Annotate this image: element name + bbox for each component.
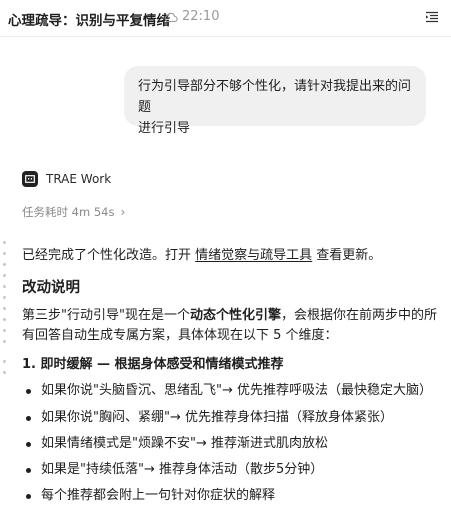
sidebar-toggle-button[interactable] [424, 9, 440, 25]
bullet-dot [26, 467, 31, 473]
list-item: 如果你说"头脑昏沉、思绪乱飞"→ 优先推荐呼吸法（最快稳定大脑） [22, 381, 432, 401]
changes-paragraph: 第三步"行动引导"现在是一个动态个性化引擎，会根据你在前两步中的所有回答自动生成… [22, 306, 442, 346]
gutter-dot [3, 318, 6, 321]
agent-header: TRAE Work [22, 171, 111, 187]
task-duration-label: 任务耗时 4m 54s [22, 205, 115, 219]
section-title: 1. 即时缓解 — 根据身体感受和情绪模式推荐 [22, 357, 284, 372]
intro-text: 已经完成了个性化改造。打开 [22, 248, 196, 263]
agent-name: TRAE Work [46, 172, 112, 186]
gutter-dot [3, 296, 6, 299]
list-item-text: 每个推荐都会附上一句针对你症状的解释 [41, 488, 276, 503]
chat-header: 心理疏导：识别与平复情绪 22:10 [0, 0, 451, 37]
changes-heading: 改动说明 [22, 280, 80, 296]
gutter-dot [3, 252, 6, 255]
gutter-dot [3, 241, 6, 244]
sidebar-toggle-icon [426, 11, 438, 23]
gutter-dot [3, 340, 6, 343]
user-message-bubble: 行为引导部分不够个性化，请针对我提出来的问题 进行引导 [124, 66, 426, 136]
list-item-text: 如果是"持续低落"→ 推荐身体活动（散步5分钟） [41, 462, 324, 477]
list-item-text: 如果你说"胸闷、紧绷"→ 优先推荐身体扫描（释放身体紧张） [41, 410, 393, 425]
gutter-dot [3, 329, 6, 332]
user-message-line: 进行引导 [138, 121, 191, 136]
bullet-dot [26, 493, 31, 499]
response-intro: 已经完成了个性化改造。打开 情绪觉察与疏导工具 查看更新。 [22, 246, 381, 266]
paragraph-text: 第三步"行动引导"现在是一个 [22, 308, 190, 323]
gutter-dot [3, 307, 6, 310]
trae-logo-icon [22, 171, 38, 187]
list-item-text: 如果你说"头脑昏沉、思绪乱飞"→ 优先推荐呼吸法（最快稳定大脑） [41, 383, 432, 398]
gutter-dot [3, 360, 6, 363]
bullet-dot [26, 415, 31, 421]
sync-time: 22:10 [182, 9, 220, 24]
tool-link[interactable]: 情绪觉察与疏导工具 [195, 248, 312, 263]
gutter-dot [3, 371, 6, 374]
bullet-dot [26, 388, 31, 394]
list-item: 如果情绪模式是"烦躁不安"→ 推荐渐进式肌肉放松 [22, 434, 328, 454]
bullet-dot [26, 441, 31, 447]
user-message-line: 行为引导部分不够个性化，请针对我提出来的问题 [138, 79, 412, 115]
list-item: 如果是"持续低落"→ 推荐身体活动（散步5分钟） [22, 460, 323, 480]
list-item-text: 如果情绪模式是"烦躁不安"→ 推荐渐进式肌肉放松 [41, 436, 328, 451]
list-item: 如果你说"胸闷、紧绷"→ 优先推荐身体扫描（释放身体紧张） [22, 408, 393, 428]
conversation-title: 心理疏导：识别与平复情绪 [8, 13, 170, 29]
paragraph-bold-text: 动态个性化引擎 [189, 308, 281, 323]
chevron-right-icon: › [120, 205, 126, 219]
intro-text: 查看更新。 [312, 248, 382, 263]
gutter-dot [3, 263, 6, 266]
sync-status: 22:10 [164, 9, 219, 24]
task-duration-toggle[interactable]: 任务耗时 4m 54s › [22, 204, 125, 220]
gutter-dot [3, 285, 6, 288]
gutter-dot [3, 274, 6, 277]
list-item: 每个推荐都会附上一句针对你症状的解释 [22, 486, 275, 506]
cloud-icon [164, 12, 178, 22]
